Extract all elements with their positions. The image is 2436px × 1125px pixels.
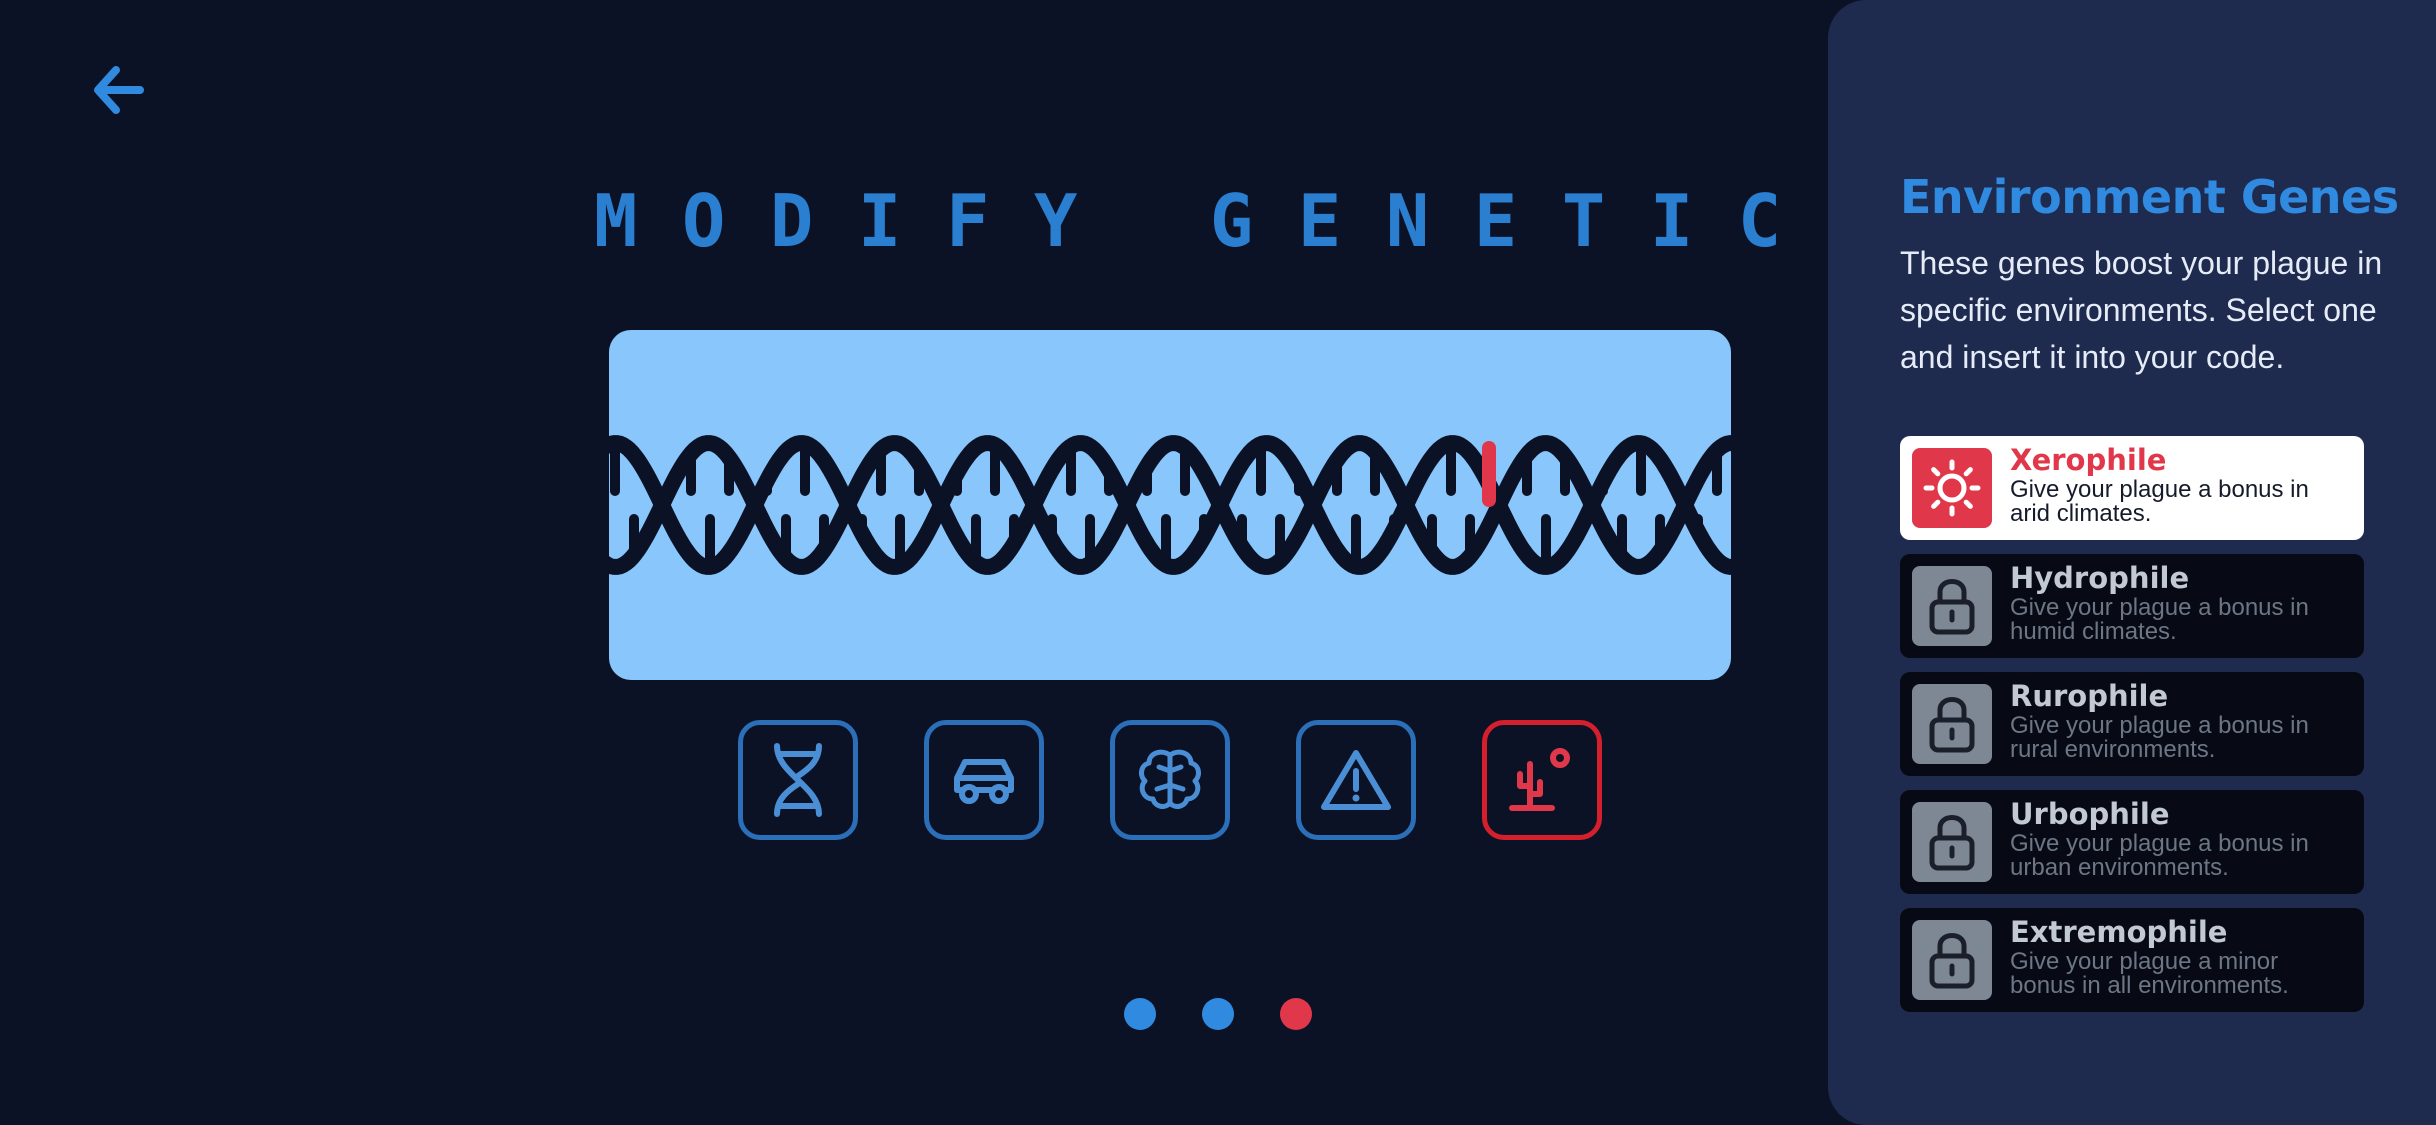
- gene-item-rurophile[interactable]: Rurophile Give your plague a bonus in ru…: [1900, 672, 2364, 776]
- arrow-left-icon: [94, 66, 144, 114]
- gene-name: Extremophile: [2010, 915, 2228, 949]
- gene-icon-box: [1912, 920, 1992, 1000]
- gene-icon-box: [1912, 448, 1992, 528]
- sidebar-description: These genes boost your plague in specifi…: [1900, 245, 2383, 375]
- pagination-dots: [1124, 998, 1312, 1030]
- warning-icon: [1321, 750, 1391, 810]
- sidebar-title: Environment Genes: [1900, 170, 2399, 224]
- page-dot-2[interactable]: [1202, 998, 1234, 1030]
- lock-icon: [1929, 933, 1975, 989]
- gene-item-xerophile[interactable]: Xerophile Give your plague a bonus in ar…: [1900, 436, 2364, 540]
- gene-slot-environment[interactable]: [1482, 720, 1602, 840]
- lock-icon: [1929, 697, 1975, 753]
- gene-item-urbophile[interactable]: Urbophile Give your plague a bonus in ur…: [1900, 790, 2364, 894]
- lock-icon: [1929, 579, 1975, 635]
- gene-list: Xerophile Give your plague a bonus in ar…: [1900, 436, 2364, 1026]
- dna-strand: [609, 435, 1731, 575]
- gene-slot-neural[interactable]: [1110, 720, 1230, 840]
- gene-icon-box: [1912, 566, 1992, 646]
- sun-icon: [1923, 459, 1981, 517]
- back-button[interactable]: [86, 58, 150, 122]
- gene-icon-box: [1912, 802, 1992, 882]
- gene-slot-transmission[interactable]: [738, 720, 858, 840]
- page-dot-1[interactable]: [1124, 998, 1156, 1030]
- gene-slot-mobility[interactable]: [924, 720, 1044, 840]
- gene-slot-hazard[interactable]: [1296, 720, 1416, 840]
- gene-name: Rurophile: [2010, 679, 2169, 713]
- gene-name: Xerophile: [2010, 443, 2167, 477]
- gene-description: Give your plague a bonus in rural enviro…: [2010, 712, 2309, 763]
- gene-slot-bar: [738, 720, 1602, 840]
- gene-icon-box: [1912, 684, 1992, 764]
- car-icon: [954, 759, 1014, 804]
- gene-name: Hydrophile: [2010, 561, 2190, 595]
- gene-name: Urbophile: [2010, 797, 2170, 831]
- gene-description: Give your plague a bonus in humid climat…: [2010, 594, 2309, 645]
- gene-description: Give your plague a bonus in urban enviro…: [2010, 830, 2309, 881]
- gene-description: Give your plague a minor bonus in all en…: [2010, 948, 2289, 999]
- gene-item-extremophile[interactable]: Extremophile Give your plague a minor bo…: [1900, 908, 2364, 1012]
- gene-item-hydrophile[interactable]: Hydrophile Give your plague a bonus in h…: [1900, 554, 2364, 658]
- dna-icon: [774, 743, 822, 817]
- page-dot-3[interactable]: [1280, 998, 1312, 1030]
- genetics-screen: MODIFY GENETICS Environment Genes These …: [0, 0, 2436, 1125]
- desert-icon: [1509, 748, 1570, 811]
- gene-description: Give your plague a bonus in arid climate…: [2010, 476, 2309, 527]
- lock-icon: [1929, 815, 1975, 871]
- dna-sequence-panel[interactable]: [609, 330, 1731, 680]
- page-title: MODIFY GENETICS: [594, 179, 1914, 263]
- brain-icon: [1139, 749, 1201, 809]
